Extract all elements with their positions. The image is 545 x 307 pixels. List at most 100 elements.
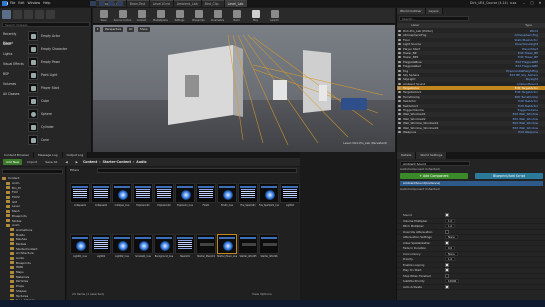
breadcrumb-audio[interactable]: Audio [136, 159, 146, 165]
visibility-eye-icon[interactable] [398, 34, 401, 37]
tab-level1grid[interactable]: Level1Grid [149, 0, 173, 7]
build-button[interactable]: Build [228, 8, 245, 24]
asset-tile[interactable]: Fire_Sparks01 [238, 183, 258, 214]
blueprints-button[interactable]: Blueprints [190, 8, 207, 24]
menu-edit[interactable]: Edit [18, 1, 24, 6]
visibility-eye-icon[interactable] [398, 30, 401, 32]
tab-brain-test[interactable]: Brain-Test [126, 0, 149, 7]
property-value-field[interactable]: 1.0 [445, 257, 456, 262]
placeable-item[interactable]: Point Light [28, 70, 90, 80]
category-bsp[interactable]: BSP [2, 70, 26, 79]
asset-search-input[interactable] [97, 168, 297, 173]
add-component-button[interactable]: + Add Component [400, 173, 468, 179]
column-label[interactable]: Label [411, 23, 419, 28]
property-value-field[interactable]: None [445, 251, 458, 256]
maximize-icon[interactable]: □ [529, 0, 535, 6]
visibility-eye-icon[interactable] [398, 60, 401, 63]
visibility-eye-icon[interactable] [398, 43, 401, 46]
asset-tile[interactable]: Explosion01 [133, 183, 153, 214]
asset-tile[interactable]: Explosion02 [154, 183, 174, 214]
visibility-eye-icon[interactable] [398, 113, 401, 116]
placeable-item[interactable]: Player Start [28, 83, 90, 93]
property-value-field[interactable]: 1.0 [445, 218, 456, 223]
placeable-item[interactable]: Cone [28, 135, 90, 145]
visibility-eye-icon[interactable] [398, 109, 401, 112]
property-checkbox[interactable] [445, 213, 449, 218]
visibility-eye-icon[interactable] [398, 87, 401, 90]
foliage-mode-icon[interactable] [35, 10, 44, 19]
menu-window[interactable]: Window [28, 1, 41, 6]
close-icon[interactable]: ✕ [537, 0, 543, 6]
visibility-eye-icon[interactable] [398, 100, 401, 103]
asset-tile[interactable]: Background_Cue [154, 233, 174, 265]
visibility-eye-icon[interactable] [398, 69, 401, 72]
geometry-mode-icon[interactable] [46, 10, 55, 19]
menu-help[interactable]: Help [43, 1, 50, 6]
taskbar-app-icon[interactable] [108, 1, 114, 6]
visibility-eye-icon[interactable] [398, 73, 401, 76]
asset-tile[interactable]: Light01 [280, 183, 300, 214]
asset-tile[interactable]: Light02_Cue [112, 233, 132, 265]
folder-search-input[interactable] [2, 169, 63, 174]
asset-tile[interactable]: Starter_Music01 [196, 233, 216, 265]
visibility-eye-icon[interactable] [398, 91, 401, 94]
asset-tile[interactable]: Fire01_Cue [217, 183, 237, 214]
property-value-field[interactable]: 10000 [445, 279, 460, 284]
tab-ambient-lab[interactable]: Ambient_Lab [173, 0, 201, 7]
placeable-item[interactable]: Empty Actor [28, 31, 90, 41]
tab-layers[interactable]: Layers [425, 8, 443, 14]
filters-button[interactable]: Filters [70, 168, 79, 172]
landscape-mode-icon[interactable] [24, 10, 33, 19]
actor-name-input[interactable]: Ambient Sound [400, 161, 470, 166]
asset-tile[interactable]: Steam01 [175, 233, 195, 265]
property-checkbox[interactable] [445, 240, 449, 245]
add-new-button[interactable]: Add New [3, 159, 23, 165]
visibility-eye-icon[interactable] [398, 95, 401, 98]
visibility-eye-icon[interactable] [398, 38, 401, 41]
place-mode-icon[interactable] [2, 10, 11, 19]
property-checkbox[interactable] [445, 229, 449, 234]
breadcrumb-content[interactable]: Content [83, 159, 97, 165]
visibility-eye-icon[interactable] [398, 47, 401, 50]
tab-level-lab[interactable]: Level_Lab [224, 0, 247, 7]
column-type[interactable]: Type [525, 23, 532, 28]
asset-tile[interactable]: Fire_Sparks01_Cue [259, 183, 279, 214]
placeable-item[interactable]: Empty Character [28, 44, 90, 54]
asset-tile[interactable]: Collapse02 [91, 183, 111, 214]
paint-mode-icon[interactable] [13, 10, 22, 19]
visibility-eye-icon[interactable] [398, 122, 401, 125]
placeable-item[interactable]: Cube [28, 96, 90, 106]
save-button[interactable]: Save [95, 8, 112, 24]
perspective-button[interactable]: Perspective [103, 27, 124, 32]
asset-tile[interactable]: Starter_Wind06 [259, 233, 279, 265]
visibility-eye-icon[interactable] [398, 65, 401, 68]
asset-tile[interactable]: Fire01 [196, 183, 216, 214]
asset-tile[interactable]: Collapse01 [70, 183, 90, 214]
marketplace-button[interactable]: Marketplace [152, 8, 169, 24]
property-value-field[interactable]: None [445, 235, 458, 240]
property-checkbox[interactable] [445, 268, 449, 273]
forward-icon[interactable]: ▶ [73, 159, 81, 165]
category-volumes[interactable]: Volumes [2, 80, 26, 89]
taskbar-app-icon[interactable] [90, 1, 96, 6]
placeable-item[interactable]: Cylinder [28, 122, 90, 132]
property-checkbox[interactable] [445, 284, 449, 289]
visibility-eye-icon[interactable] [398, 126, 401, 129]
content-button[interactable]: Content [133, 8, 150, 24]
placeable-item[interactable]: Sphere [28, 109, 90, 119]
breadcrumb-starter-content[interactable]: Starter-Content [103, 159, 131, 165]
taskbar-app-icon[interactable] [99, 1, 105, 6]
cinematics-button[interactable]: Cinematics [209, 8, 226, 24]
visibility-eye-icon[interactable] [398, 78, 401, 81]
asset-tile[interactable]: Explosion_Cue [175, 183, 195, 214]
category-visual-effects[interactable]: Visual Effects [2, 60, 26, 69]
minimize-icon[interactable]: – [521, 0, 527, 6]
visibility-eye-icon[interactable] [398, 104, 401, 107]
visibility-eye-icon[interactable] [398, 82, 401, 85]
save-all-button[interactable]: Save All [42, 159, 60, 165]
property-value-field[interactable]: 0.0 [445, 246, 456, 251]
viewport-options-icon[interactable]: ▾ [95, 27, 101, 32]
tab-world-settings[interactable]: World Settings [416, 152, 448, 159]
menu-file[interactable]: File [10, 1, 15, 6]
tab-details[interactable]: Details [397, 152, 417, 159]
